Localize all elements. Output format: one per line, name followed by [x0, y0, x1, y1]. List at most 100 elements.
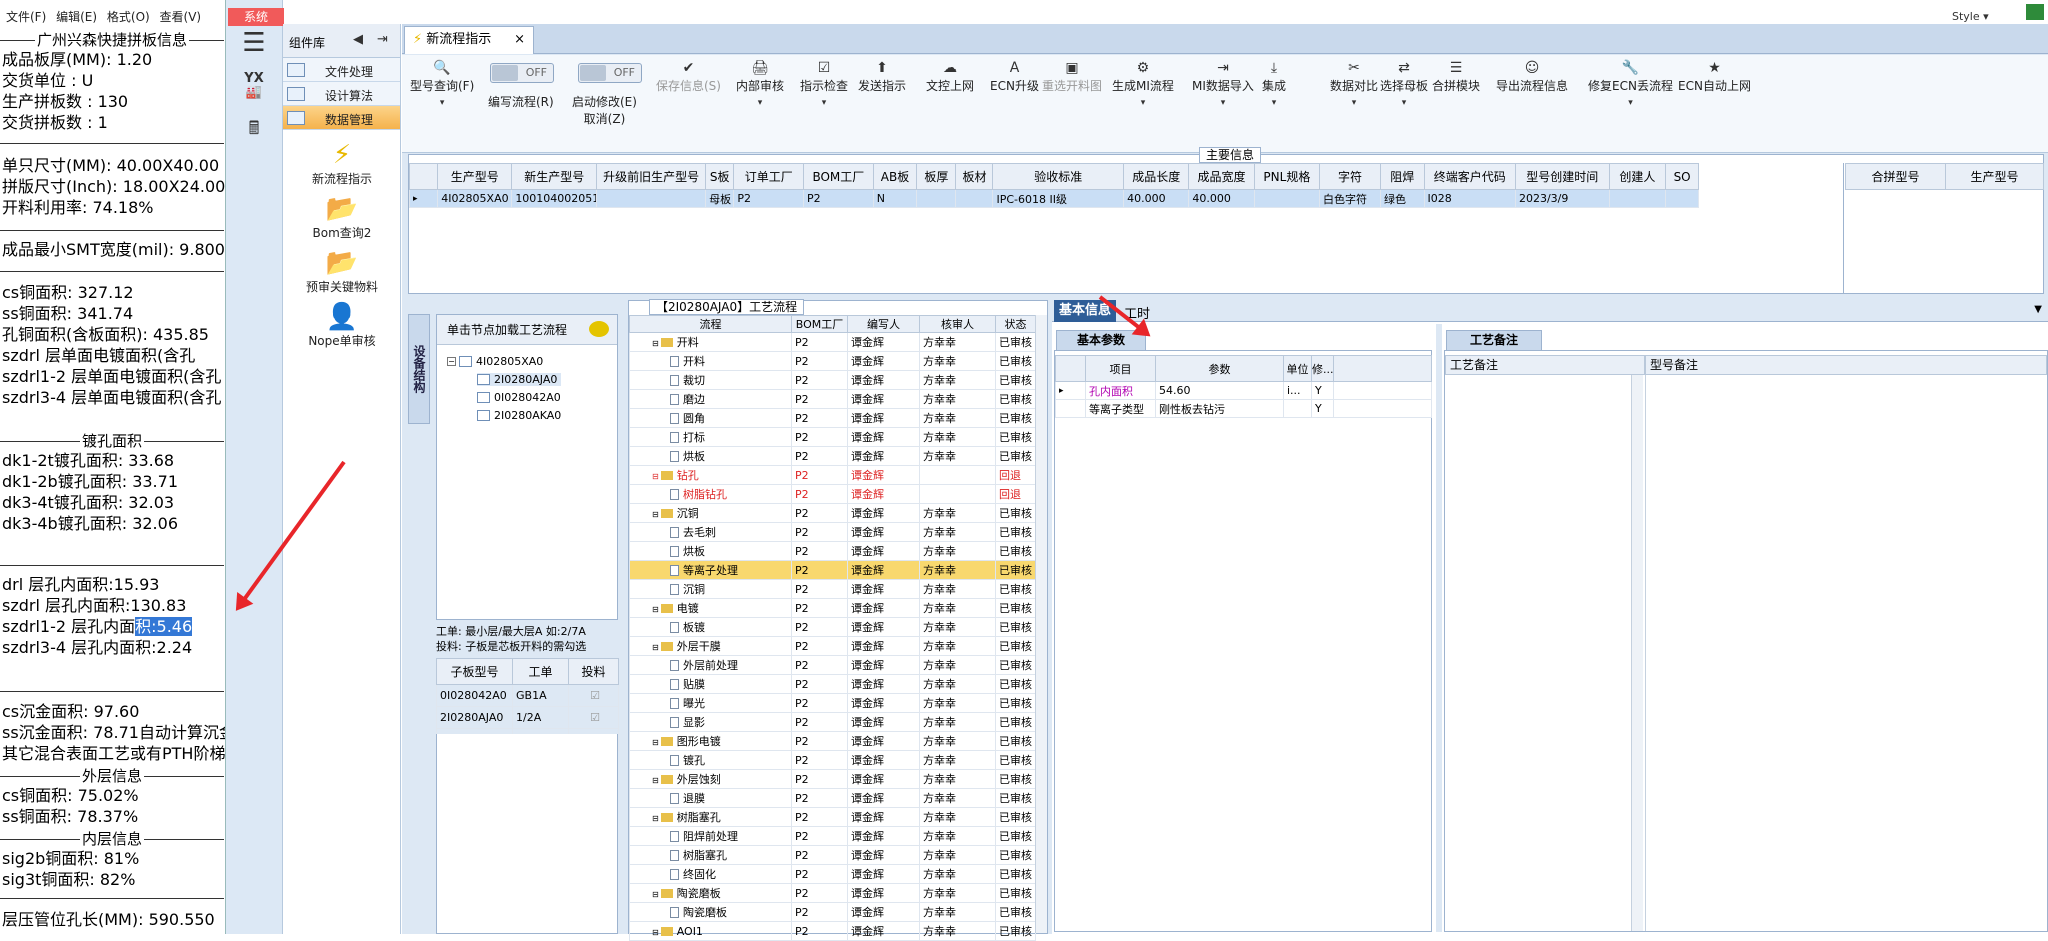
subtab-process-remark[interactable]: 工艺备注	[1446, 330, 1542, 350]
column-header[interactable]: 终端客户代码	[1423, 163, 1516, 190]
menu-format[interactable]: 格式(O)	[107, 10, 150, 24]
table-cell[interactable]	[919, 484, 996, 504]
column-header[interactable]: 投料	[568, 658, 619, 685]
table-cell[interactable]: 方幸幸	[919, 826, 996, 846]
table-cell[interactable]: GB1A	[512, 684, 569, 707]
tool-nope-audit[interactable]: 👤 Nope单审核	[283, 302, 401, 349]
table-row[interactable]: 贴膜 P2 谭金辉 方幸幸 已审核	[629, 674, 1036, 694]
table-row[interactable]: ⊟ 外层蚀刻 P2 谭金辉 方幸幸 已审核	[629, 769, 1036, 789]
table-cell[interactable]: 方幸幸	[919, 902, 996, 922]
factory-icon[interactable]: YX 🏭	[236, 72, 272, 102]
chevron-down-icon[interactable]: ▾	[1262, 94, 1286, 112]
table-cell[interactable]: 谭金辉	[847, 332, 920, 352]
start-edit-toggle[interactable]: OFF	[578, 63, 642, 83]
table-cell[interactable]: 已审核	[995, 845, 1036, 865]
process-name-cell[interactable]: 镀孔	[629, 750, 792, 770]
table-cell[interactable]: 谭金辉	[847, 636, 920, 656]
table-cell[interactable]: 母板	[705, 189, 735, 208]
table-cell[interactable]: 谭金辉	[847, 484, 920, 504]
column-header[interactable]: 生产型号	[1945, 163, 2044, 190]
table-cell[interactable]: 方幸幸	[919, 655, 996, 675]
feed-checkbox[interactable]: ☑	[568, 706, 619, 729]
tab-new-process[interactable]: ⚡ 新流程指示 ×	[404, 26, 534, 54]
table-cell[interactable]: P2	[791, 541, 848, 561]
table-cell[interactable]: 谭金辉	[847, 693, 920, 713]
table-cell[interactable]: 谭金辉	[847, 845, 920, 865]
chevron-down-icon[interactable]: ▾	[1192, 94, 1254, 112]
table-row[interactable]: 镀孔 P2 谭金辉 方幸幸 已审核	[629, 750, 1036, 770]
table-cell[interactable]: P2	[791, 674, 848, 694]
column-header[interactable]: 项目	[1085, 355, 1156, 382]
table-cell[interactable]	[916, 189, 957, 208]
column-header[interactable]: 单位	[1283, 355, 1312, 382]
table-cell[interactable]: 方幸幸	[919, 731, 996, 751]
table-cell[interactable]: 谭金辉	[847, 465, 920, 485]
write-flow-toggle[interactable]: OFF	[490, 63, 554, 83]
table-cell[interactable]: 方幸幸	[919, 712, 996, 732]
table-row[interactable]: ⊟ 树脂塞孔 P2 谭金辉 方幸幸 已审核	[629, 807, 1036, 827]
process-name-cell[interactable]: ⊟ 外层蚀刻	[629, 769, 792, 789]
column-header[interactable]: 升级前旧生产型号	[596, 163, 707, 190]
table-cell[interactable]: I028	[1423, 189, 1516, 208]
column-header[interactable]: 状态	[995, 315, 1036, 333]
toolbar-button-6[interactable]: A ECN升级	[990, 59, 1039, 94]
table-cell[interactable]: 已审核	[995, 750, 1036, 770]
table-cell[interactable]: P2	[791, 465, 848, 485]
table-row[interactable]: ⊟ 沉铜 P2 谭金辉 方幸幸 已审核	[629, 503, 1036, 523]
table-cell[interactable]: 方幸幸	[919, 769, 996, 789]
column-header[interactable]: 字符	[1319, 163, 1381, 190]
table-cell[interactable]: 谭金辉	[847, 503, 920, 523]
collapse-icon[interactable]: −	[447, 357, 456, 366]
table-row[interactable]: 烘板 P2 谭金辉 方幸幸 已审核	[629, 541, 1036, 561]
process-name-cell[interactable]: ⊟ 电镀	[629, 598, 792, 618]
toolbar-button-9[interactable]: ⇥ MI数据导入 ▾	[1192, 59, 1254, 112]
toolbar-button-2[interactable]: 🖨 内部审核 ▾	[736, 59, 784, 112]
column-header[interactable]: 修...	[1311, 355, 1334, 382]
table-cell[interactable]: 已审核	[995, 446, 1036, 466]
chevron-down-icon[interactable]: ▾	[1380, 94, 1428, 112]
column-header[interactable]: 板厚	[916, 163, 957, 190]
table-cell[interactable]: 谭金辉	[847, 788, 920, 808]
process-name-cell[interactable]: ⊟ 开料	[629, 332, 792, 352]
column-header[interactable]: PNL规格	[1253, 163, 1321, 190]
table-cell[interactable]	[955, 189, 994, 208]
table-cell[interactable]: 方幸幸	[919, 332, 996, 352]
toolbar-button-8[interactable]: ⚙ 生成MI流程 ▾	[1112, 59, 1174, 112]
table-cell[interactable]: 已审核	[995, 332, 1036, 352]
toolbar-button-10[interactable]: ⤓ 集成 ▾	[1262, 59, 1286, 112]
process-name-cell[interactable]: 打标	[629, 427, 792, 447]
toolbar-button-5[interactable]: ☁ 文控上网	[926, 59, 974, 94]
table-cell[interactable]: 谭金辉	[847, 560, 920, 580]
remark-scrollbar[interactable]	[1631, 375, 1643, 931]
table-cell[interactable]: 方幸幸	[919, 693, 996, 713]
table-cell[interactable]: P2	[803, 189, 874, 208]
table-row[interactable]: 磨边 P2 谭金辉 方幸幸 已审核	[629, 389, 1036, 409]
process-name-cell[interactable]: 烘板	[629, 446, 792, 466]
table-cell[interactable]: 0I028042A0	[436, 684, 513, 707]
process-name-cell[interactable]: 磨边	[629, 389, 792, 409]
table-row[interactable]: 去毛刺 P2 谭金辉 方幸幸 已审核	[629, 522, 1036, 542]
table-cell[interactable]: 绿色	[1379, 189, 1425, 208]
highlighted-text[interactable]: 积:5.46	[135, 617, 193, 636]
table-cell[interactable]: 已审核	[995, 788, 1036, 808]
table-cell[interactable]: 谭金辉	[847, 351, 920, 371]
column-header[interactable]: 流程	[629, 315, 792, 333]
table-cell[interactable]: P2	[791, 503, 848, 523]
table-cell[interactable]: 54.60	[1155, 381, 1284, 400]
column-header[interactable]: BOM工厂	[803, 163, 874, 190]
table-cell[interactable]: 刚性板去钻污	[1155, 399, 1284, 418]
process-name-cell[interactable]: ⊟ AOI1	[629, 921, 792, 941]
process-scrollbar[interactable]	[1035, 315, 1047, 933]
table-cell[interactable]: P2	[791, 826, 848, 846]
table-cell[interactable]: 白色字符	[1319, 189, 1381, 208]
table-cell[interactable]: 方幸幸	[919, 579, 996, 599]
table-cell[interactable]: P2	[791, 693, 848, 713]
table-cell[interactable]	[919, 465, 996, 485]
table-row[interactable]: 陶瓷磨板 P2 谭金辉 方幸幸 已审核	[629, 902, 1036, 922]
table-cell[interactable]: 等离子类型	[1085, 399, 1156, 418]
table-cell[interactable]: 已审核	[995, 731, 1036, 751]
table-row[interactable]: 等离子类型 刚性板去钻污 Y	[1055, 399, 1432, 418]
process-name-cell[interactable]: 圆角	[629, 408, 792, 428]
table-cell[interactable]: 方幸幸	[919, 370, 996, 390]
chevron-down-icon[interactable]: ▾	[1112, 94, 1174, 112]
